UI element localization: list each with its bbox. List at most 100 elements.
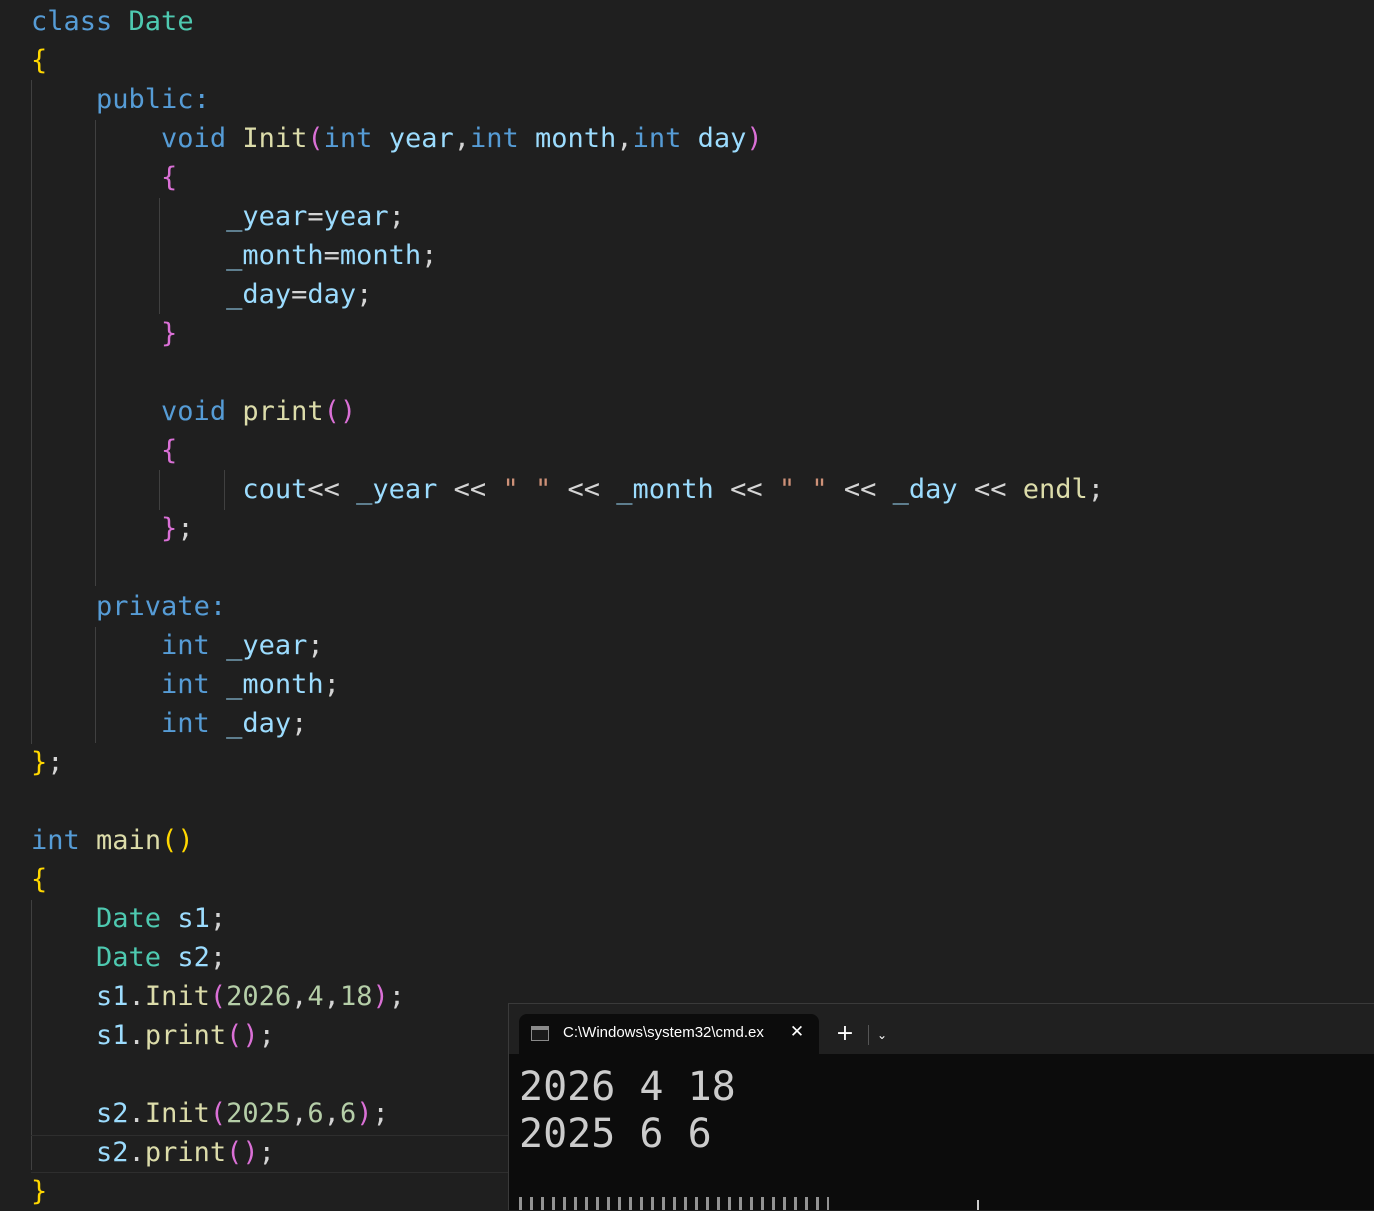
number-literal: 4 bbox=[307, 981, 324, 1012]
close-brace: } bbox=[31, 1176, 48, 1207]
paren: () bbox=[161, 825, 194, 856]
code-line-27[interactable]: s1.print(); bbox=[31, 1016, 275, 1055]
code-line-29[interactable]: s2.Init(2025,6,6); bbox=[31, 1094, 389, 1133]
open-brace: { bbox=[161, 435, 178, 466]
field-month: _month bbox=[226, 669, 324, 700]
function-main: main bbox=[96, 825, 162, 856]
param-month: month bbox=[339, 240, 422, 271]
terminal-output-line: 2025 6 6 bbox=[519, 1111, 712, 1157]
code-line-24[interactable]: Date s1; bbox=[31, 899, 226, 938]
number-literal: 18 bbox=[339, 981, 373, 1012]
close-brace: } bbox=[31, 747, 48, 778]
plus-icon[interactable]: + bbox=[831, 1020, 859, 1048]
object-s1: s1 bbox=[96, 981, 129, 1012]
code-line-9[interactable]: } bbox=[31, 314, 177, 353]
private-label: private: bbox=[96, 591, 227, 622]
terminal-prompt-text bbox=[519, 1197, 829, 1210]
keyword-int: int bbox=[323, 123, 373, 154]
code-line-30[interactable]: s2.print(); bbox=[31, 1133, 275, 1172]
terminal-output-line: 2026 4 18 bbox=[519, 1064, 736, 1110]
number-literal: 6 bbox=[307, 1098, 324, 1129]
code-line-3[interactable]: public: bbox=[31, 80, 210, 119]
field-year: _year bbox=[226, 201, 308, 232]
code-line-11[interactable]: void print() bbox=[31, 392, 356, 431]
code-line-5[interactable]: { bbox=[31, 158, 177, 197]
keyword-class: class bbox=[31, 6, 113, 37]
terminal-tab-title: C:\Windows\system32\cmd.ex bbox=[563, 1024, 764, 1041]
code-line-25[interactable]: Date s2; bbox=[31, 938, 226, 977]
keyword-void: void bbox=[161, 123, 227, 154]
object-s1: s1 bbox=[177, 903, 210, 934]
keyword-int: int bbox=[31, 825, 80, 856]
code-line-13[interactable]: cout<< _year << " " << _month << " " << … bbox=[31, 470, 1104, 509]
terminal-tab[interactable]: C:\Windows\system32\cmd.ex ✕ bbox=[519, 1014, 819, 1054]
function-init: Init bbox=[144, 1098, 210, 1129]
keyword-int: int bbox=[161, 669, 210, 700]
public-label: public: bbox=[96, 84, 210, 115]
paren: ) bbox=[372, 981, 389, 1012]
code-line-31[interactable]: } bbox=[31, 1172, 47, 1211]
code-line-26[interactable]: s1.Init(2026,4,18); bbox=[31, 977, 405, 1016]
code-line-6[interactable]: _year=year; bbox=[31, 197, 405, 236]
function-init: Init bbox=[242, 123, 308, 154]
class-name: Date bbox=[128, 6, 194, 37]
paren: () bbox=[226, 1137, 259, 1168]
keyword-int: int bbox=[469, 123, 519, 154]
number-literal: 2025 bbox=[226, 1098, 292, 1129]
field-year: _year bbox=[356, 474, 438, 505]
keyword-void: void bbox=[161, 396, 227, 427]
endl: endl bbox=[1022, 474, 1088, 505]
keyword-int: int bbox=[161, 708, 210, 739]
close-brace: } bbox=[161, 513, 178, 544]
code-line-18[interactable]: int _month; bbox=[31, 665, 340, 704]
number-literal: 6 bbox=[339, 1098, 357, 1129]
open-brace: { bbox=[31, 864, 48, 895]
close-icon[interactable]: ✕ bbox=[785, 1020, 809, 1044]
object-s2: s2 bbox=[96, 1098, 129, 1129]
paren: ) bbox=[746, 123, 763, 154]
object-s2: s2 bbox=[96, 1137, 129, 1168]
param-year: year bbox=[323, 201, 389, 232]
field-day: _day bbox=[226, 708, 292, 739]
paren: ( bbox=[307, 123, 324, 154]
code-line-22[interactable]: int main() bbox=[31, 821, 194, 860]
cout: cout bbox=[242, 474, 308, 505]
terminal-tab-bar: C:\Windows\system32\cmd.ex ✕ + ⌄ bbox=[509, 1004, 1374, 1054]
function-print: print bbox=[144, 1020, 227, 1051]
code-line-2[interactable]: { bbox=[31, 41, 47, 80]
code-line-7[interactable]: _month=month; bbox=[31, 236, 437, 275]
code-line-23[interactable]: { bbox=[31, 860, 47, 899]
code-line-4[interactable]: void Init(int year,int month,int day) bbox=[31, 119, 763, 158]
paren: () bbox=[226, 1020, 259, 1051]
function-print: print bbox=[144, 1137, 227, 1168]
object-s1: s1 bbox=[96, 1020, 129, 1051]
code-line-14[interactable]: }; bbox=[31, 509, 194, 548]
function-print: print bbox=[242, 396, 324, 427]
terminal-window[interactable]: C:\Windows\system32\cmd.ex ✕ + ⌄ 2026 4 … bbox=[508, 1003, 1374, 1210]
param-year: year bbox=[388, 123, 454, 154]
code-line-19[interactable]: int _day; bbox=[31, 704, 307, 743]
object-s2: s2 bbox=[177, 942, 210, 973]
field-month: _month bbox=[226, 240, 324, 271]
code-line-17[interactable]: int _year; bbox=[31, 626, 324, 665]
param-day: day bbox=[307, 279, 357, 310]
code-line-12[interactable]: { bbox=[31, 431, 177, 470]
param-day: day bbox=[697, 123, 747, 154]
class-name: Date bbox=[96, 942, 162, 973]
cmd-icon bbox=[531, 1026, 549, 1041]
chevron-down-icon[interactable]: ⌄ bbox=[873, 1022, 891, 1048]
keyword-int: int bbox=[632, 123, 682, 154]
code-line-16[interactable]: private: bbox=[31, 587, 226, 626]
code-line-8[interactable]: _day=day; bbox=[31, 275, 372, 314]
paren: ( bbox=[209, 981, 227, 1012]
paren: () bbox=[323, 396, 357, 427]
paren: ) bbox=[356, 1098, 373, 1129]
paren: ( bbox=[209, 1098, 227, 1129]
code-line-20[interactable]: }; bbox=[31, 743, 64, 782]
open-brace: { bbox=[161, 162, 178, 193]
field-day: _day bbox=[226, 279, 292, 310]
class-name: Date bbox=[96, 903, 162, 934]
field-month: _month bbox=[616, 474, 714, 505]
code-line-1[interactable]: class Date bbox=[31, 2, 194, 41]
close-brace: } bbox=[161, 318, 178, 349]
